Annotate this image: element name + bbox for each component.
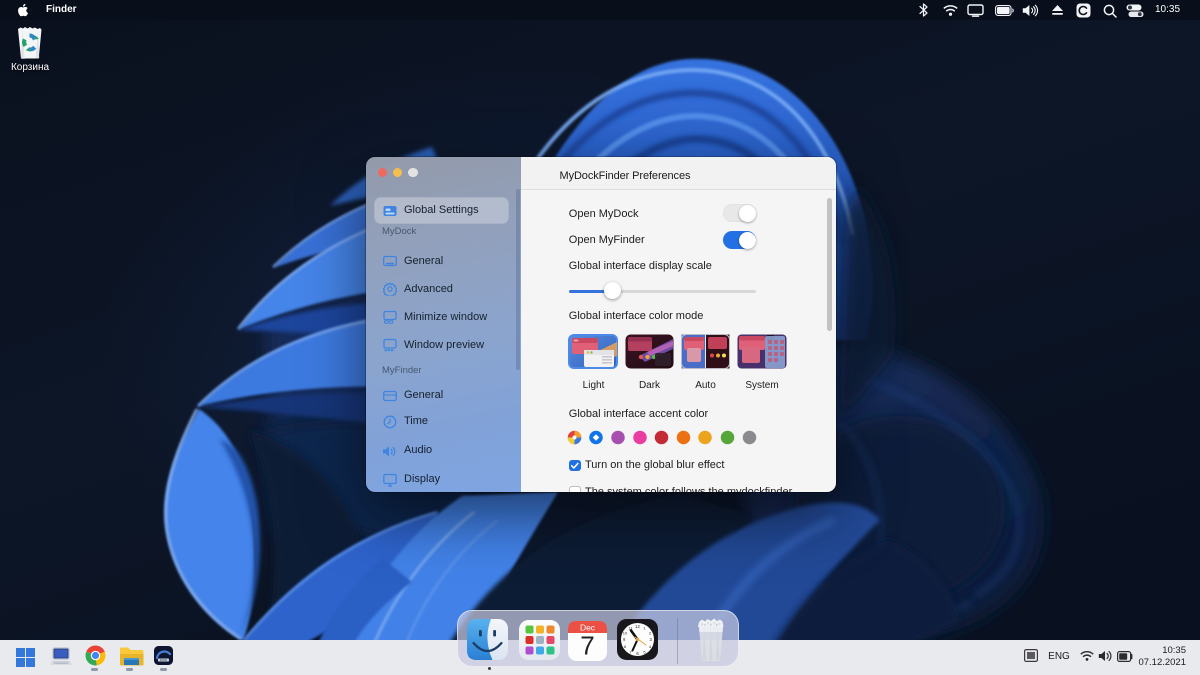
svg-text:10: 10 xyxy=(623,631,628,636)
svg-text:7: 7 xyxy=(580,631,594,661)
svg-text:DOCK: DOCK xyxy=(160,658,168,662)
svg-text:12: 12 xyxy=(635,624,640,629)
